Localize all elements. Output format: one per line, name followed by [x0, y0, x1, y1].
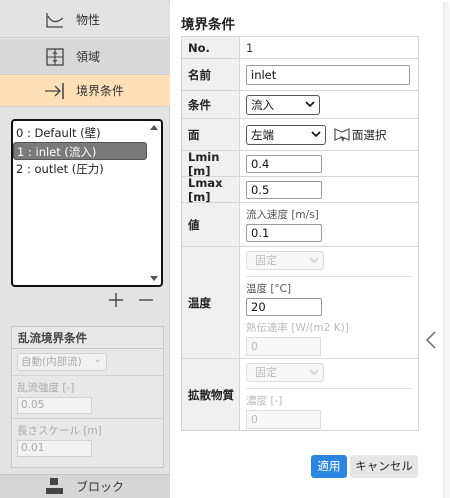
cancel-button[interactable]: キャンセル: [350, 455, 418, 478]
boundary-list-item-selected[interactable]: 1 : inlet (流入): [13, 142, 147, 160]
face-select-button[interactable]: 面選択: [334, 127, 387, 143]
face-select-label: 面選択: [352, 127, 387, 142]
temperature-mode-select[interactable]: 固定: [246, 251, 324, 270]
face-select[interactable]: 左端: [246, 124, 326, 145]
condition-select-value: 流入: [251, 97, 274, 112]
row-face: 面 左端 面選択: [182, 119, 418, 151]
plus-icon: [109, 293, 123, 307]
turbulence-intensity-field[interactable]: 0.05: [17, 397, 92, 414]
htc-label: 熱伝達率 [W/(m2 K)]: [246, 322, 349, 334]
chevron-down-icon: [305, 100, 315, 107]
row-temperature: 温度 固定 温度 [°C] 20 熱伝達率 [W/(m2 K)] 0: [182, 247, 418, 359]
face-label: 面: [182, 119, 240, 150]
nav-region-label: 領域: [76, 50, 101, 64]
lmin-label: Lmin [m]: [182, 150, 240, 178]
boundary-list[interactable]: 0 : Default (壁) 1 : inlet (流入) 2 : outle…: [11, 119, 163, 287]
diffusion-sub: 濃度 [-] 0: [246, 388, 412, 429]
collapse-panel-button[interactable]: [424, 330, 438, 350]
concentration-field[interactable]: 0: [246, 410, 321, 429]
diffusion-mode-value: 固定: [255, 366, 277, 379]
diffusion-mode-select[interactable]: 固定: [246, 363, 324, 382]
chevron-down-icon: [309, 369, 319, 375]
boundary-form: No. 1 名前 inlet 条件 流入 面 左端 面選択 Lmin [m] 0…: [181, 36, 419, 431]
face-pick-icon: [334, 127, 350, 142]
turbulence-intensity-row: 乱流強度 [-] 0.05: [12, 376, 163, 419]
concentration-label: 濃度 [-]: [246, 395, 283, 407]
row-name: 名前 inlet: [182, 59, 418, 91]
temperature-label: 温度 [°C]: [246, 283, 292, 295]
lmax-label: Lmax [m]: [182, 176, 240, 204]
diffusion-label: 拡散物質: [182, 359, 240, 430]
lmax-field[interactable]: 0.5: [246, 180, 322, 199]
row-lmin: Lmin [m] 0.4: [182, 150, 418, 178]
temperature-sub: 温度 [°C] 20 熱伝達率 [W/(m2 K)] 0: [246, 276, 412, 356]
scroll-down-icon[interactable]: [150, 276, 158, 281]
nav-region-button[interactable]: 領域: [0, 39, 170, 75]
scroll-up-icon[interactable]: [150, 125, 158, 130]
page-title: 境界条件: [181, 17, 235, 33]
boundary-list-items: 0 : Default (壁) 1 : inlet (流入) 2 : outle…: [13, 121, 161, 178]
value-label: 値: [182, 203, 240, 246]
temperature-mode-value: 固定: [255, 254, 277, 267]
list-scrollbar[interactable]: [148, 122, 160, 284]
temperature-field[interactable]: 20: [246, 298, 322, 316]
boundary-list-item[interactable]: 0 : Default (壁): [13, 124, 147, 142]
row-diffusion: 拡散物質 固定 濃度 [-] 0: [182, 359, 418, 431]
turbulence-header: 乱流境界条件: [12, 327, 163, 349]
htc-field[interactable]: 0: [246, 337, 321, 356]
turbulence-mode-select[interactable]: 自動(内部流): [17, 351, 107, 371]
left-panel: 物性 領域 境界条件 0 : Default (壁) 1 : inlet (流入…: [0, 0, 170, 498]
row-no: No. 1: [182, 37, 418, 59]
name-label: 名前: [182, 59, 240, 90]
inflow-speed-field[interactable]: 0.1: [246, 224, 322, 242]
add-boundary-button[interactable]: [107, 291, 125, 309]
temperature-label-cell: 温度: [182, 247, 240, 358]
graph-icon: [44, 10, 66, 30]
condition-label: 条件: [182, 91, 240, 118]
minus-icon: [139, 299, 153, 301]
nav-properties-button[interactable]: 物性: [0, 2, 170, 38]
row-lmax: Lmax [m] 0.5: [182, 176, 418, 204]
name-field[interactable]: inlet: [246, 64, 410, 85]
apply-button[interactable]: 適用: [311, 455, 347, 478]
condition-select[interactable]: 流入: [246, 94, 320, 115]
grid-icon: [44, 47, 66, 67]
chevron-down-icon: [309, 257, 319, 263]
nav-boundary-label: 境界条件: [76, 84, 125, 98]
no-label: No.: [182, 37, 240, 58]
inflow-speed-label: 流入速度 [m/s]: [246, 209, 319, 221]
turbulence-length-row: 長さスケール [m] 0.01: [12, 419, 163, 461]
turbulence-panel: 乱流境界条件 自動(内部流) 乱流強度 [-] 0.05 長さスケール [m] …: [11, 326, 164, 468]
turbulence-mode-row: 自動(内部流): [12, 349, 163, 376]
turbulence-length-field[interactable]: 0.01: [17, 440, 92, 457]
nav-block-button[interactable]: ブロック: [0, 474, 170, 498]
chevron-left-icon: [425, 331, 436, 349]
face-select-value: 左端: [251, 127, 274, 142]
no-value: 1: [246, 40, 254, 55]
remove-boundary-button[interactable]: [137, 291, 155, 309]
row-condition: 条件 流入: [182, 91, 418, 119]
boundary-list-item[interactable]: 2 : outlet (圧力): [13, 160, 147, 178]
arrow-to-wall-icon: [44, 81, 66, 101]
page-scrollbar[interactable]: [443, 2, 449, 498]
row-value: 値 流入速度 [m/s] 0.1: [182, 203, 418, 247]
turbulence-intensity-label: 乱流強度 [-]: [17, 382, 75, 394]
boundary-editor: 境界条件 No. 1 名前 inlet 条件 流入 面 左端 面選択 Lmin …: [170, 0, 450, 498]
chevron-down-icon: [311, 130, 321, 137]
nav-block-label: ブロック: [76, 480, 125, 494]
nav-properties-label: 物性: [76, 13, 101, 27]
nav-boundary-button[interactable]: 境界条件: [0, 75, 170, 107]
block-icon: [44, 477, 66, 497]
turbulence-length-label: 長さスケール [m]: [17, 425, 102, 437]
lmin-field[interactable]: 0.4: [246, 154, 322, 173]
